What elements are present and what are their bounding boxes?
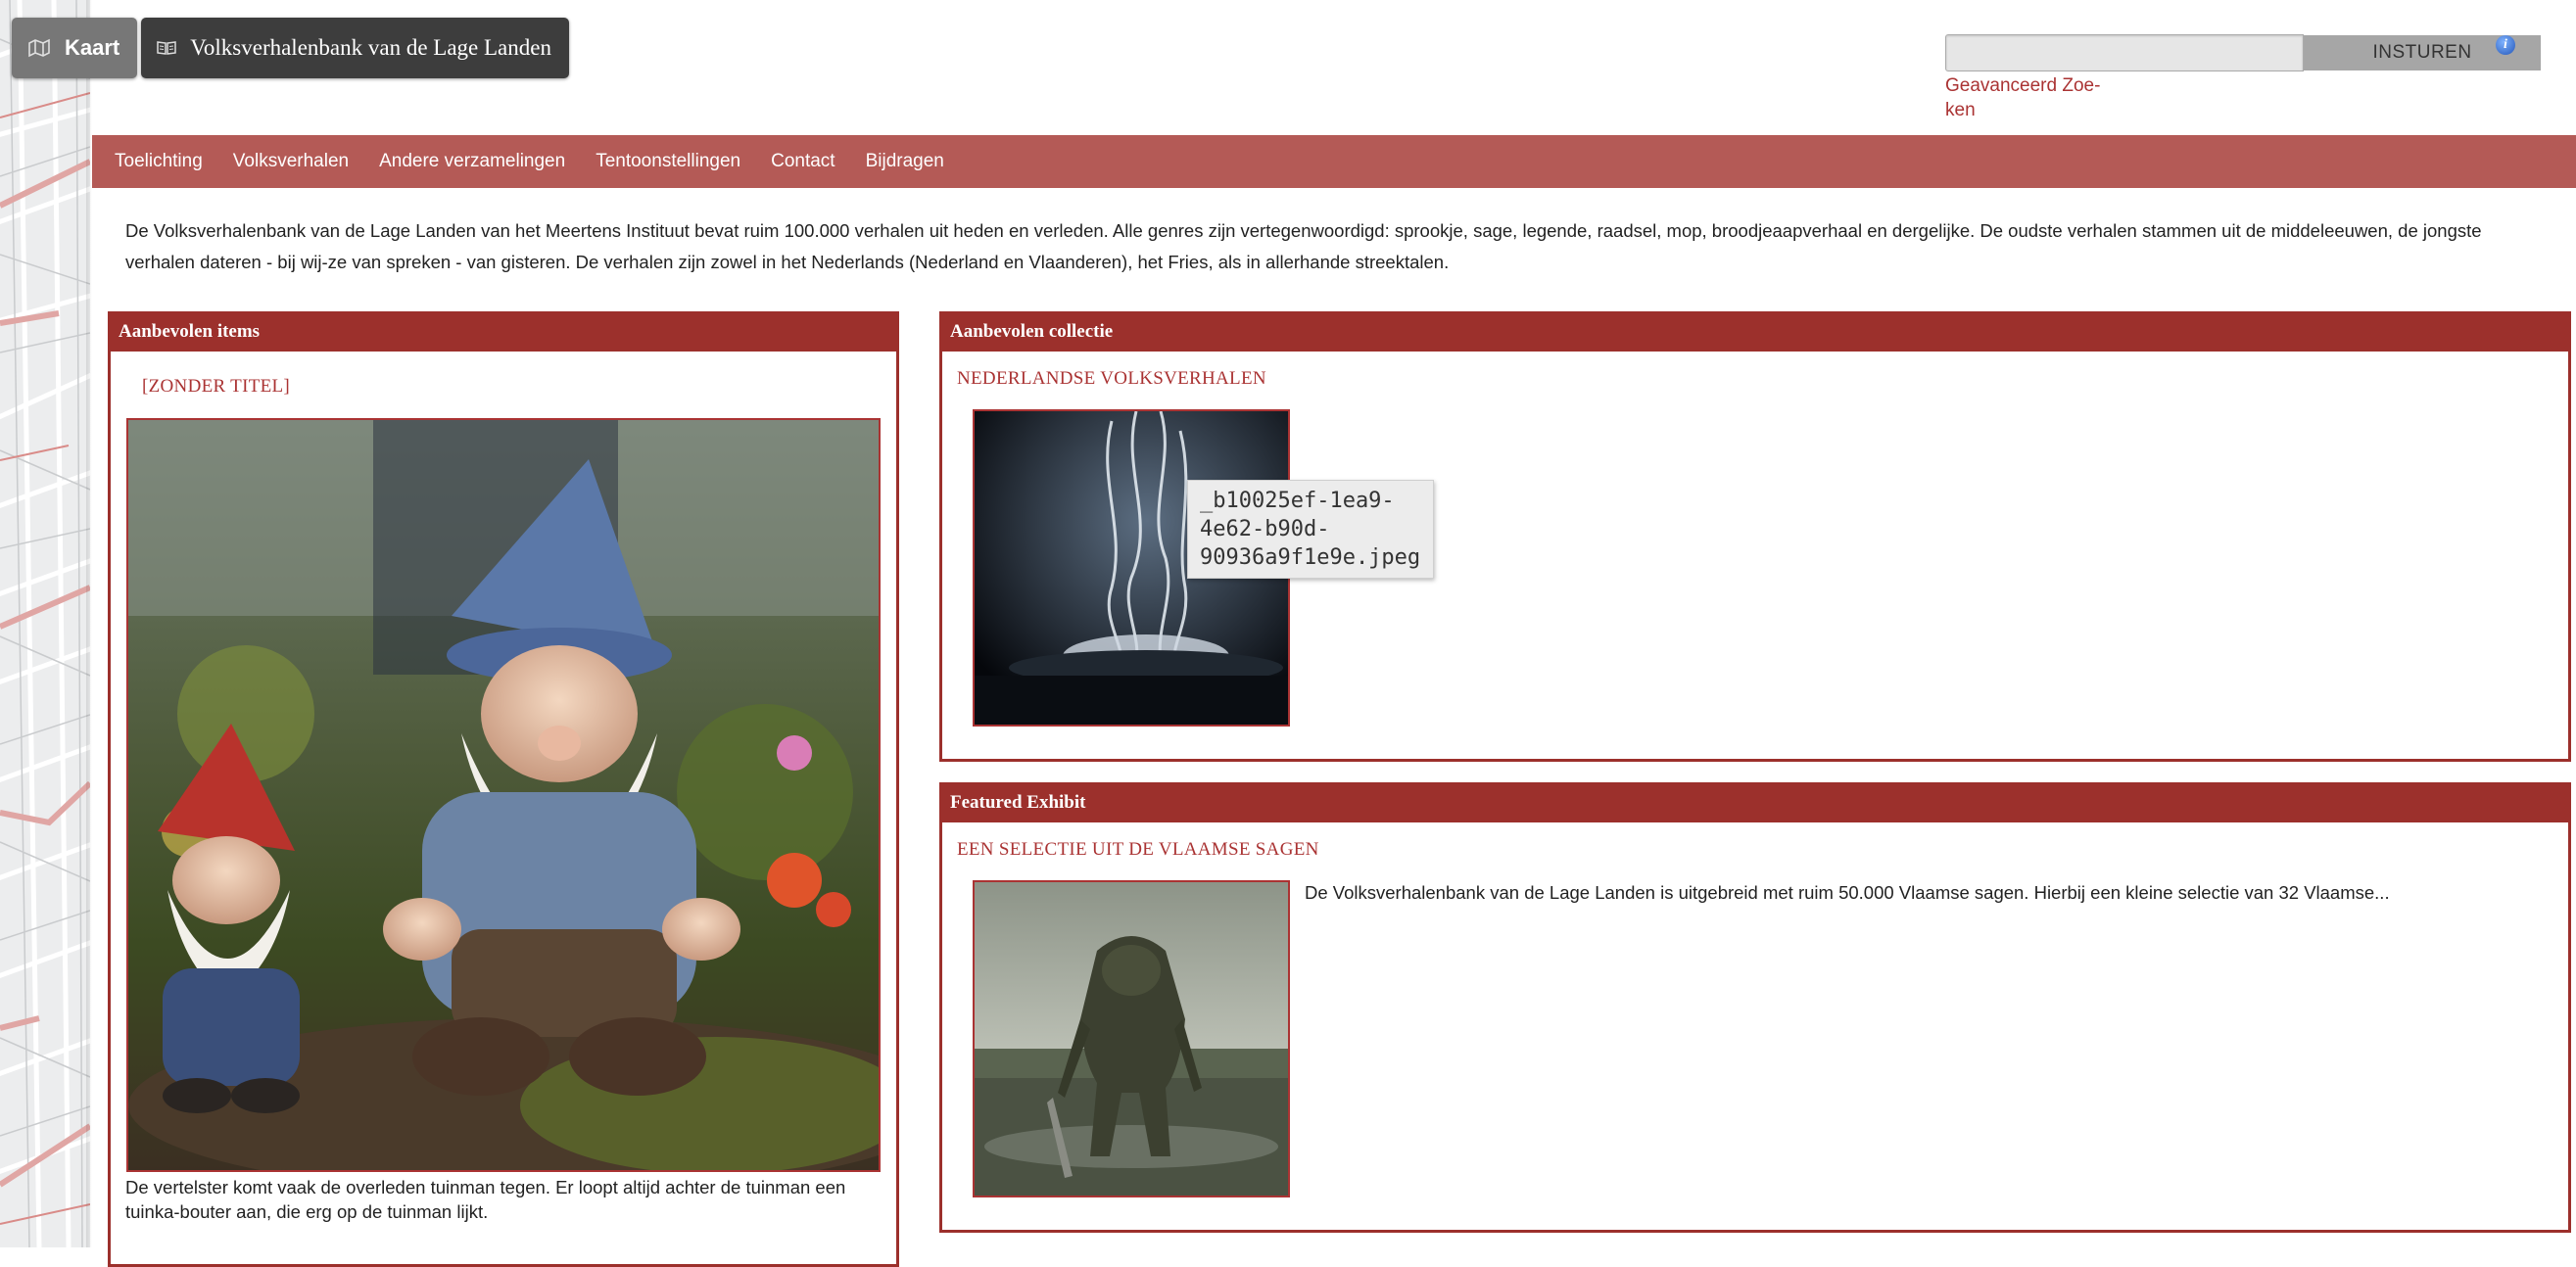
nav-item-tentoonstellingen[interactable]: Tentoonstellingen — [596, 151, 740, 172]
top-toolbar: Kaart Volksverhalenbank van de Lage Land… — [12, 18, 569, 78]
exhibit-description: De Volksverhalenbank van de Lage Landen … — [1305, 882, 2390, 903]
nav-item-toelichting[interactable]: Toelichting — [115, 151, 203, 172]
exhibit-image[interactable] — [973, 880, 1290, 1197]
collection-title[interactable]: NEDERLANDSE VOLKSVERHALEN — [957, 368, 1266, 390]
site-title-button[interactable]: Volksverhalenbank van de Lage Landen — [141, 18, 569, 78]
gnome-image[interactable] — [126, 418, 881, 1172]
intro-text: De Volksverhalenbank van de Lage Landen … — [125, 220, 2482, 272]
featured-collection-header: Aanbevolen collectie — [942, 314, 2568, 352]
nav-item-bijdragen[interactable]: Bijdragen — [866, 151, 944, 172]
nav-item-contact[interactable]: Contact — [771, 151, 835, 172]
swamp-creature-illustration — [975, 882, 1288, 1196]
nav-item-andere-verzamelingen[interactable]: Andere verzamelingen — [379, 151, 565, 172]
kaart-label: Kaart — [65, 35, 120, 60]
main-navigation: Toelichting Volksverhalen Andere verzame… — [92, 135, 2576, 188]
featured-items-header: Aanbevolen items — [111, 314, 896, 352]
search-input[interactable] — [1945, 34, 2304, 71]
site-title: Volksverhalenbank van de Lage Landen — [190, 35, 551, 60]
exhibit-title[interactable]: EEN SELECTIE UIT DE VLAAMSE SAGEN — [957, 839, 1319, 861]
kaart-button[interactable]: Kaart — [12, 18, 138, 78]
nav-item-volksverhalen[interactable]: Volksverhalen — [233, 151, 349, 172]
featured-item-title[interactable]: [ZONDER TITEL] — [142, 376, 290, 398]
map-strip[interactable] — [0, 0, 90, 1247]
search-form: INSTUREN — [1945, 34, 2541, 71]
info-icon[interactable]: i — [2496, 35, 2515, 55]
advanced-search-link[interactable]: Geavanceerd Zoe-ken — [1945, 73, 2102, 122]
book-icon — [157, 40, 176, 56]
featured-item-caption: De vertelster komt vaak de overleden tui… — [125, 1177, 846, 1222]
gnome-illustration — [128, 420, 879, 1170]
image-filename-tooltip: _b10025ef-1ea9-4e62-b90d-90936a9f1e9e.jp… — [1187, 480, 1434, 579]
featured-exhibit-header: Featured Exhibit — [942, 785, 2568, 822]
map-icon — [27, 38, 51, 58]
map-background — [0, 0, 90, 1247]
